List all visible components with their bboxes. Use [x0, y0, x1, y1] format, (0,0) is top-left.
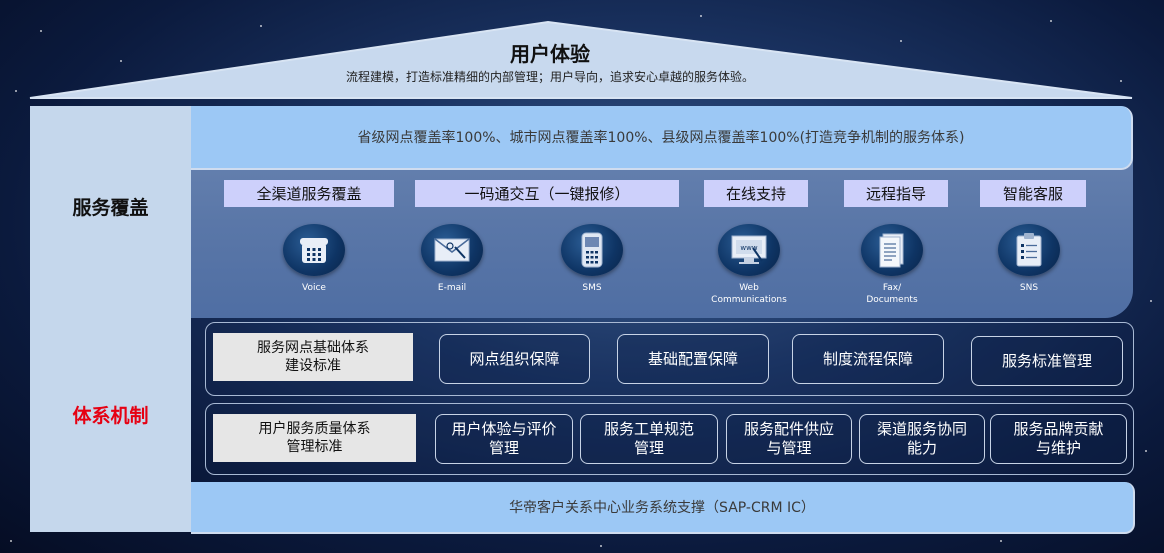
channel-email: E-mail: [397, 224, 507, 294]
channel-fax-label: Fax/ Documents: [866, 283, 918, 305]
standard-box-quality: 用户服务质量体系 管理标准: [213, 414, 416, 462]
pill-channel-collaboration: 渠道服务协同 能力: [859, 414, 985, 464]
pill-basic-configuration: 基础配置保障: [617, 334, 769, 384]
coverage-rate-band: 省级网点覆盖率100%、城市网点覆盖率100%、县级网点覆盖率100%(打造竞争…: [191, 106, 1133, 170]
channel-fax: Fax/ Documents: [837, 224, 947, 306]
channel-web: www Web Communications: [694, 224, 804, 306]
roof-title: 用户体验: [510, 42, 590, 66]
service-coverage-label: 服务覆盖: [72, 197, 149, 219]
pill-experience-evaluation: 用户体验与评价 管理: [435, 414, 573, 464]
channel-sms: SMS: [537, 224, 647, 294]
system-mechanism-label: 体系机制: [72, 405, 149, 427]
pill-work-order: 服务工单规范 管理: [580, 414, 718, 464]
fax-document-icon: [861, 224, 923, 276]
telephone-icon: [283, 224, 345, 276]
channel-sns-label: SNS: [1019, 283, 1039, 293]
standard-box-basic: 服务网点基础体系 建设标准: [213, 333, 413, 381]
coverage-panel: 省级网点覆盖率100%、城市网点覆盖率100%、县级网点覆盖率100%(打造竞争…: [191, 106, 1133, 318]
channel-web-label: Web Communications: [711, 283, 787, 305]
pill-process-guarantee: 制度流程保障: [792, 334, 944, 384]
chip-one-code: 一码通交互（一键报修）: [415, 180, 679, 207]
channel-voice: Voice: [259, 224, 369, 294]
pill-parts-supply: 服务配件供应 与管理: [726, 414, 852, 464]
monitor-icon: www: [718, 224, 780, 276]
clipboard-icon: [998, 224, 1060, 276]
pill-outlet-organization: 网点组织保障: [439, 334, 590, 384]
chip-omnichannel: 全渠道服务覆盖: [224, 180, 394, 207]
chip-online-support: 在线支持: [704, 180, 808, 207]
roof-subtitle: 流程建模，打造标准精细的内部管理；用户导向，追求安心卓越的服务体验。: [345, 70, 754, 84]
chip-remote-guidance: 远程指导: [844, 180, 948, 207]
chip-smart-service: 智能客服: [980, 180, 1086, 207]
left-column: 服务覆盖 体系机制: [30, 106, 191, 532]
channel-voice-label: Voice: [302, 283, 326, 293]
channel-sns: SNS: [974, 224, 1084, 294]
pill-brand-contribution: 服务品牌贡献 与维护: [990, 414, 1127, 464]
crm-support-band: 华帝客户关系中心业务系统支撑（SAP-CRM IC）: [191, 482, 1135, 534]
envelope-icon: [421, 224, 483, 276]
pill-service-standard: 服务标准管理: [971, 336, 1123, 386]
channel-sms-label: SMS: [582, 283, 602, 293]
channel-email-label: E-mail: [437, 283, 467, 293]
mobile-phone-icon: [561, 224, 623, 276]
